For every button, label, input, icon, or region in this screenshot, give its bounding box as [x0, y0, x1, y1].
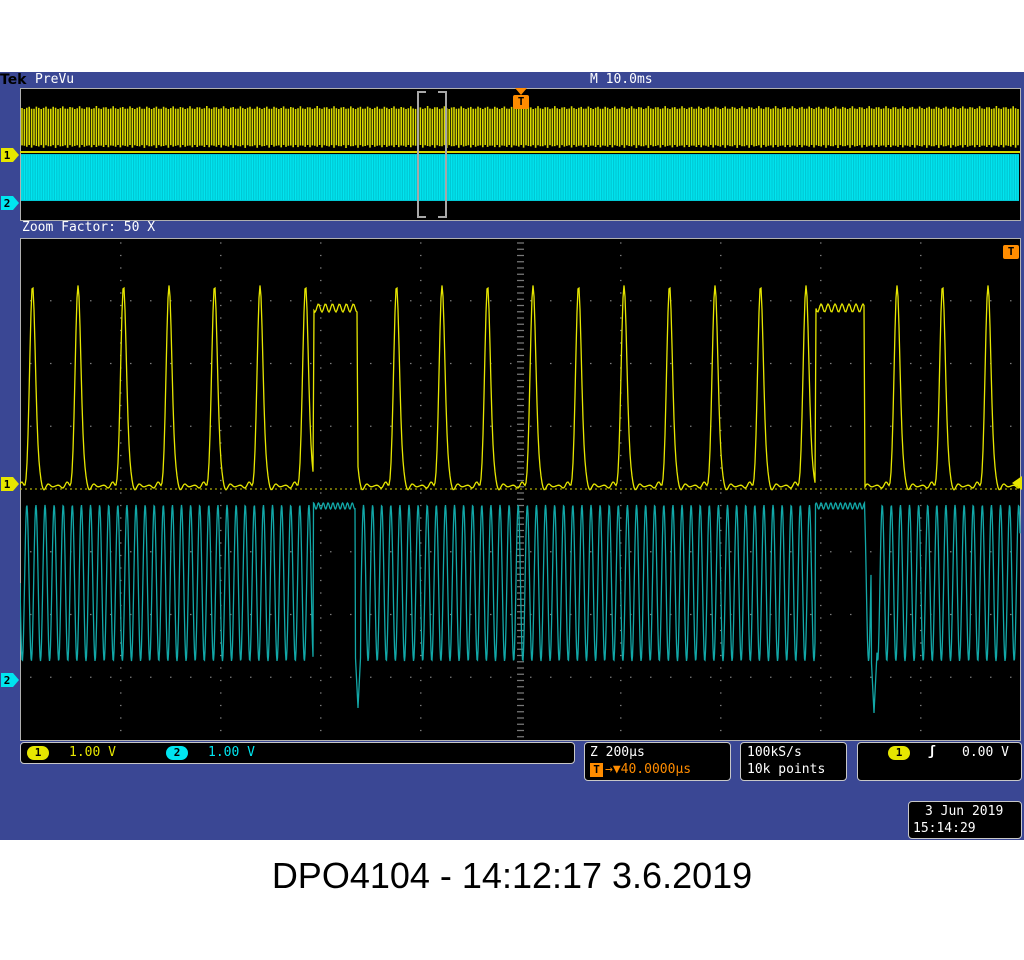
oscilloscope-screen: Tek PreVu M 10.0ms T 1 2 Zoom Factor: 50… [0, 72, 1024, 840]
ch1-badge[interactable]: 1 [27, 746, 49, 760]
zoom-ch1-marker: 1 [1, 477, 19, 491]
date-display: 3 Jun 2019 [925, 804, 1004, 819]
mode-label: PreVu [35, 72, 75, 87]
channel-scale-panel[interactable]: 1 1.00 V 2 1.00 V [20, 742, 575, 764]
main-timebase: M 10.0ms [590, 72, 653, 87]
zoom-timebase-panel[interactable]: Z 200µs T →▼40.0000µs [584, 742, 731, 781]
rising-edge-icon: ʃ [928, 744, 936, 759]
svg-text:1: 1 [4, 149, 11, 162]
trigger-source-badge: 1 [888, 746, 910, 760]
overview-ch2-trace [21, 154, 1019, 201]
trigger-level: 0.00 V [962, 745, 1009, 760]
datetime-panel: 3 Jun 2019 15:14:29 [908, 801, 1022, 839]
svg-text:2: 2 [4, 197, 11, 210]
header-bar: Tek PreVu M 10.0ms [0, 72, 1024, 88]
sample-rate: 100kS/s [747, 745, 802, 760]
trigger-offset: →▼40.0000µs [605, 762, 692, 777]
trigger-panel[interactable]: 1 ʃ 0.00 V [857, 742, 1022, 781]
acquisition-panel[interactable]: 100kS/s 10k points [740, 742, 847, 781]
zoom-trigger-marker: T [1003, 245, 1019, 259]
trigger-position-icon: T [590, 763, 603, 777]
record-length: 10k points [747, 762, 826, 777]
svg-text:1: 1 [4, 478, 11, 491]
zoom-timebase: Z 200µs [590, 745, 645, 760]
overview-trigger-arrow [515, 88, 527, 95]
ch2-scale: 1.00 V [208, 745, 255, 760]
zoom-waveform-graticule[interactable] [20, 238, 1021, 741]
zoom-factor-label: Zoom Factor: 50 X [22, 220, 156, 235]
overview-ch1-marker: 1 [1, 148, 19, 162]
overview-trigger-marker: T [513, 95, 529, 109]
trigger-level-arrow [1012, 476, 1022, 490]
screenshot-caption: DPO4104 - 14:12:17 3.6.2019 [271, 855, 753, 896]
time-display: 15:14:29 [913, 821, 976, 836]
ch2-badge[interactable]: 2 [166, 746, 188, 760]
svg-text:2: 2 [4, 674, 11, 687]
ch1-scale: 1.00 V [69, 745, 116, 760]
overview-ch2-marker: 2 [1, 196, 19, 210]
zoom-ch2-marker: 2 [1, 673, 19, 687]
brand-logo: Tek [0, 72, 27, 88]
